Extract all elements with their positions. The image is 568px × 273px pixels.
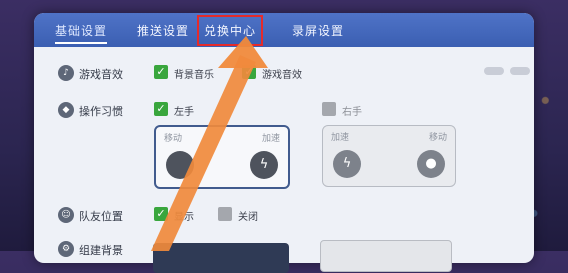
tab-recording-settings[interactable]: 录屏设置	[292, 22, 344, 39]
settings-panel: 基础设置 推送设置 兑换中心 录屏设置 ♪ 游戏音效 ✓ 背景音乐 ✓ 游戏音效…	[34, 13, 534, 263]
left-hand-label: 左手	[174, 107, 194, 118]
left-hand-layout-card[interactable]: 移动 加速 ϟ	[154, 125, 290, 189]
right-card-move-label: 移动	[428, 133, 447, 143]
joystick-icon	[166, 151, 194, 179]
sfx-label: 游戏音效	[262, 70, 302, 81]
sound-row-label: 游戏音效	[79, 68, 123, 81]
tab-basic-settings[interactable]: 基础设置	[55, 22, 108, 44]
bgm-checkbox[interactable]: ✓	[154, 65, 168, 79]
joystick-icon: ●	[417, 150, 445, 178]
people-icon: ☺	[58, 207, 74, 223]
teammate-hide-checkbox[interactable]	[218, 207, 232, 221]
style-card-light[interactable]	[320, 240, 452, 272]
style-card-dark[interactable]	[153, 243, 289, 273]
teammate-show-label: 显示	[174, 212, 194, 223]
settings-icon: ⚙	[58, 241, 74, 257]
operation-row-label: 操作习惯	[79, 105, 123, 118]
right-hand-checkbox[interactable]	[322, 102, 336, 116]
lightning-icon: ϟ	[333, 150, 361, 178]
bgm-label: 背景音乐	[174, 70, 214, 81]
left-card-boost-label: 加速	[261, 134, 280, 144]
tab-redeem-center[interactable]: 兑换中心	[196, 15, 264, 46]
teammate-row-label: 队友位置	[79, 210, 123, 223]
sfx-checkbox[interactable]: ✓	[242, 65, 256, 79]
speaker-icon: ♪	[58, 65, 74, 81]
left-card-move-label: 移动	[164, 134, 183, 144]
volume-indicator	[484, 67, 504, 75]
right-hand-label: 右手	[342, 107, 362, 118]
partial-row-label: 组建背景	[79, 244, 123, 257]
volume-indicator-2	[510, 67, 530, 75]
lightning-icon: ϟ	[250, 151, 278, 179]
tab-bar: 基础设置 推送设置 兑换中心 录屏设置	[34, 13, 534, 47]
tab-push-settings[interactable]: 推送设置	[137, 22, 189, 39]
gamepad-icon: ◆	[58, 102, 74, 118]
teammate-show-checkbox[interactable]: ✓	[154, 207, 168, 221]
left-hand-checkbox[interactable]: ✓	[154, 102, 168, 116]
right-card-boost-label: 加速	[331, 133, 350, 143]
teammate-hide-label: 关闭	[238, 212, 258, 223]
right-hand-layout-card[interactable]: 加速 移动 ϟ ●	[322, 125, 456, 187]
